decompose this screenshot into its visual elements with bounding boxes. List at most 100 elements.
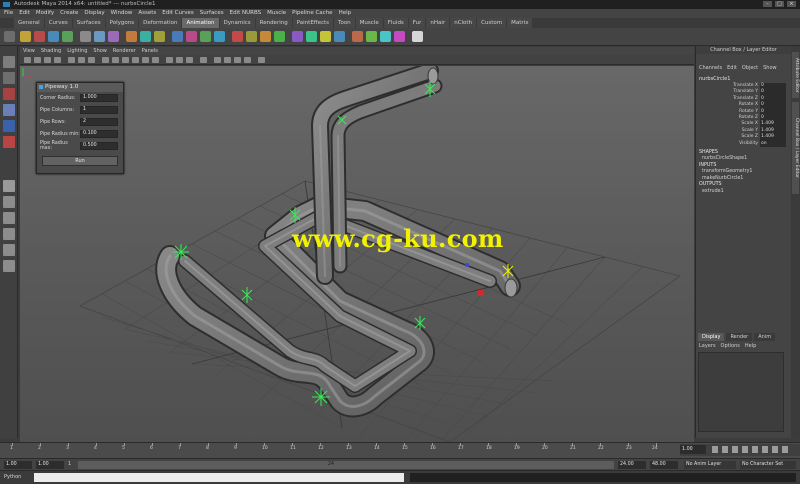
wireframe-icon[interactable] xyxy=(102,57,109,63)
shelf-tab-painteffects[interactable]: PaintEffects xyxy=(292,18,334,28)
menu-create[interactable]: Create xyxy=(60,9,78,18)
viewport-menu-renderer[interactable]: Renderer xyxy=(113,47,136,55)
constraint-parent-icon[interactable] xyxy=(334,31,345,42)
shelf-tab-custom[interactable]: Custom xyxy=(477,18,507,28)
step-back-key-icon[interactable] xyxy=(722,446,728,453)
shelf-tab-polygons[interactable]: Polygons xyxy=(105,18,139,28)
lights-icon[interactable] xyxy=(142,57,149,63)
play-backwards-icon[interactable] xyxy=(742,446,748,453)
joint-tool-icon[interactable] xyxy=(172,31,183,42)
lattice-icon[interactable] xyxy=(246,31,257,42)
viewport-menu-panels[interactable]: Panels xyxy=(142,47,158,55)
shelf-tab-fur[interactable]: Fur xyxy=(408,18,426,28)
constraint-aim-icon[interactable] xyxy=(306,31,317,42)
attribute-row[interactable]: Visibility on xyxy=(696,140,791,147)
move-tool-icon[interactable] xyxy=(3,104,15,116)
maximize-button[interactable]: □ xyxy=(775,1,784,7)
textured-icon[interactable] xyxy=(132,57,139,63)
command-input[interactable] xyxy=(34,473,404,482)
channel-menu-edit[interactable]: Edit xyxy=(727,64,737,73)
shelf-tab-ncloth[interactable]: nCloth xyxy=(450,18,477,28)
viewport-menu-lighting[interactable]: Lighting xyxy=(67,47,87,55)
constraint-orient-icon[interactable] xyxy=(320,31,331,42)
wire-deformer-icon[interactable] xyxy=(274,31,285,42)
layer-menu-help[interactable]: Help xyxy=(745,343,756,349)
locator-icon[interactable] xyxy=(366,31,377,42)
shelf-tab-dynamics[interactable]: Dynamics xyxy=(219,18,255,28)
grid-toggle-icon[interactable] xyxy=(54,57,61,63)
shelf-tab-fluids[interactable]: Fluids xyxy=(383,18,408,28)
shelf-tab-curves[interactable]: Curves xyxy=(44,18,72,28)
shelf-tab-nhair[interactable]: nHair xyxy=(426,18,450,28)
corner-radius-field[interactable]: 1.000 xyxy=(80,94,118,102)
layout-persp-graph-icon[interactable] xyxy=(3,228,15,240)
anti-aliasing-icon[interactable] xyxy=(234,57,241,63)
key-translate-icon[interactable] xyxy=(34,31,45,42)
shelf-tab-rendering[interactable]: Rendering xyxy=(255,18,292,28)
viewport-menu-shading[interactable]: Shading xyxy=(41,47,61,55)
shadows-icon[interactable] xyxy=(152,57,159,63)
shelf-options-icon[interactable] xyxy=(4,31,15,42)
anim-layer-dropdown[interactable]: No Anim Layer xyxy=(684,461,736,469)
smooth-shade-icon[interactable] xyxy=(112,57,119,63)
script-icon[interactable] xyxy=(412,31,423,42)
set-key-icon[interactable] xyxy=(20,31,31,42)
output-node[interactable]: extrude1 xyxy=(696,189,791,196)
ghost-icon[interactable] xyxy=(140,31,151,42)
menu-surfaces[interactable]: Surfaces xyxy=(200,9,224,18)
shelf-tab-muscle[interactable]: Muscle xyxy=(355,18,383,28)
menu-modify[interactable]: Modify xyxy=(36,9,54,18)
attribute-value[interactable]: on xyxy=(760,140,786,147)
menu-help[interactable]: Help xyxy=(339,9,352,18)
layer-list[interactable] xyxy=(698,352,784,432)
playback-end-field[interactable]: 24.00 xyxy=(618,461,646,469)
animation-start-field[interactable]: 1.00 xyxy=(4,461,32,469)
layer-menu-layers[interactable]: Layers xyxy=(699,343,716,349)
step-forward-key-icon[interactable] xyxy=(772,446,778,453)
menu-window[interactable]: Window xyxy=(111,9,133,18)
menu-edit-curves[interactable]: Edit Curves xyxy=(162,9,194,18)
minimize-button[interactable]: – xyxy=(763,1,772,7)
rotate-tool-icon[interactable] xyxy=(3,120,15,132)
bookmark-icon[interactable] xyxy=(34,57,41,63)
select-tool-icon[interactable] xyxy=(3,56,15,68)
film-gate-icon[interactable] xyxy=(68,57,75,63)
script-language-label[interactable]: Python xyxy=(4,474,21,480)
isolate-select-icon[interactable] xyxy=(166,57,173,63)
viewport-menu-show[interactable]: Show xyxy=(93,47,107,55)
layout-uv-editor-icon[interactable] xyxy=(3,260,15,272)
run-button[interactable]: Run xyxy=(42,156,118,166)
safe-action-icon[interactable] xyxy=(88,57,95,63)
paint-select-tool-icon[interactable] xyxy=(3,88,15,100)
motion-blur-icon[interactable] xyxy=(224,57,231,63)
channel-menu-object[interactable]: Object xyxy=(742,64,758,73)
dope-sheet-icon[interactable] xyxy=(94,31,105,42)
scale-tool-icon[interactable] xyxy=(3,136,15,148)
graph-editor-icon[interactable] xyxy=(80,31,91,42)
layer-tab-anim[interactable]: Anim xyxy=(754,333,776,341)
character-set-dropdown[interactable]: No Character Set xyxy=(740,461,796,469)
channel-menu-channels[interactable]: Channels xyxy=(699,64,722,73)
xray-joints-icon[interactable] xyxy=(186,57,193,63)
ik-handle-icon[interactable] xyxy=(186,31,197,42)
shelf-tab-animation[interactable]: Animation xyxy=(182,18,219,28)
pipeway-title-bar[interactable]: Pipeway 1.0 xyxy=(37,83,123,92)
current-frame-field[interactable]: 1.00 xyxy=(680,445,706,454)
character-set-icon[interactable] xyxy=(352,31,363,42)
shelf-tab-general[interactable]: General xyxy=(14,18,44,28)
shelf-tab-toon[interactable]: Toon xyxy=(334,18,355,28)
menu-edit[interactable]: Edit xyxy=(19,9,30,18)
menu-muscle[interactable]: Muscle xyxy=(267,9,286,18)
pipe-radius-min-field[interactable]: 0.100 xyxy=(80,130,118,138)
layout-persp-outliner-icon[interactable] xyxy=(3,212,15,224)
step-forward-frame-icon[interactable] xyxy=(762,446,768,453)
key-rotate-icon[interactable] xyxy=(48,31,59,42)
menu-display[interactable]: Display xyxy=(84,9,104,18)
cluster-icon[interactable] xyxy=(232,31,243,42)
go-to-end-icon[interactable] xyxy=(782,446,788,453)
shelf-tab-matrix[interactable]: Matrix xyxy=(507,18,533,28)
menu-edit-nurbs[interactable]: Edit NURBS xyxy=(230,9,262,18)
step-back-frame-icon[interactable] xyxy=(732,446,738,453)
menu-file[interactable]: File xyxy=(4,9,13,18)
channel-menu-show[interactable]: Show xyxy=(763,64,777,73)
